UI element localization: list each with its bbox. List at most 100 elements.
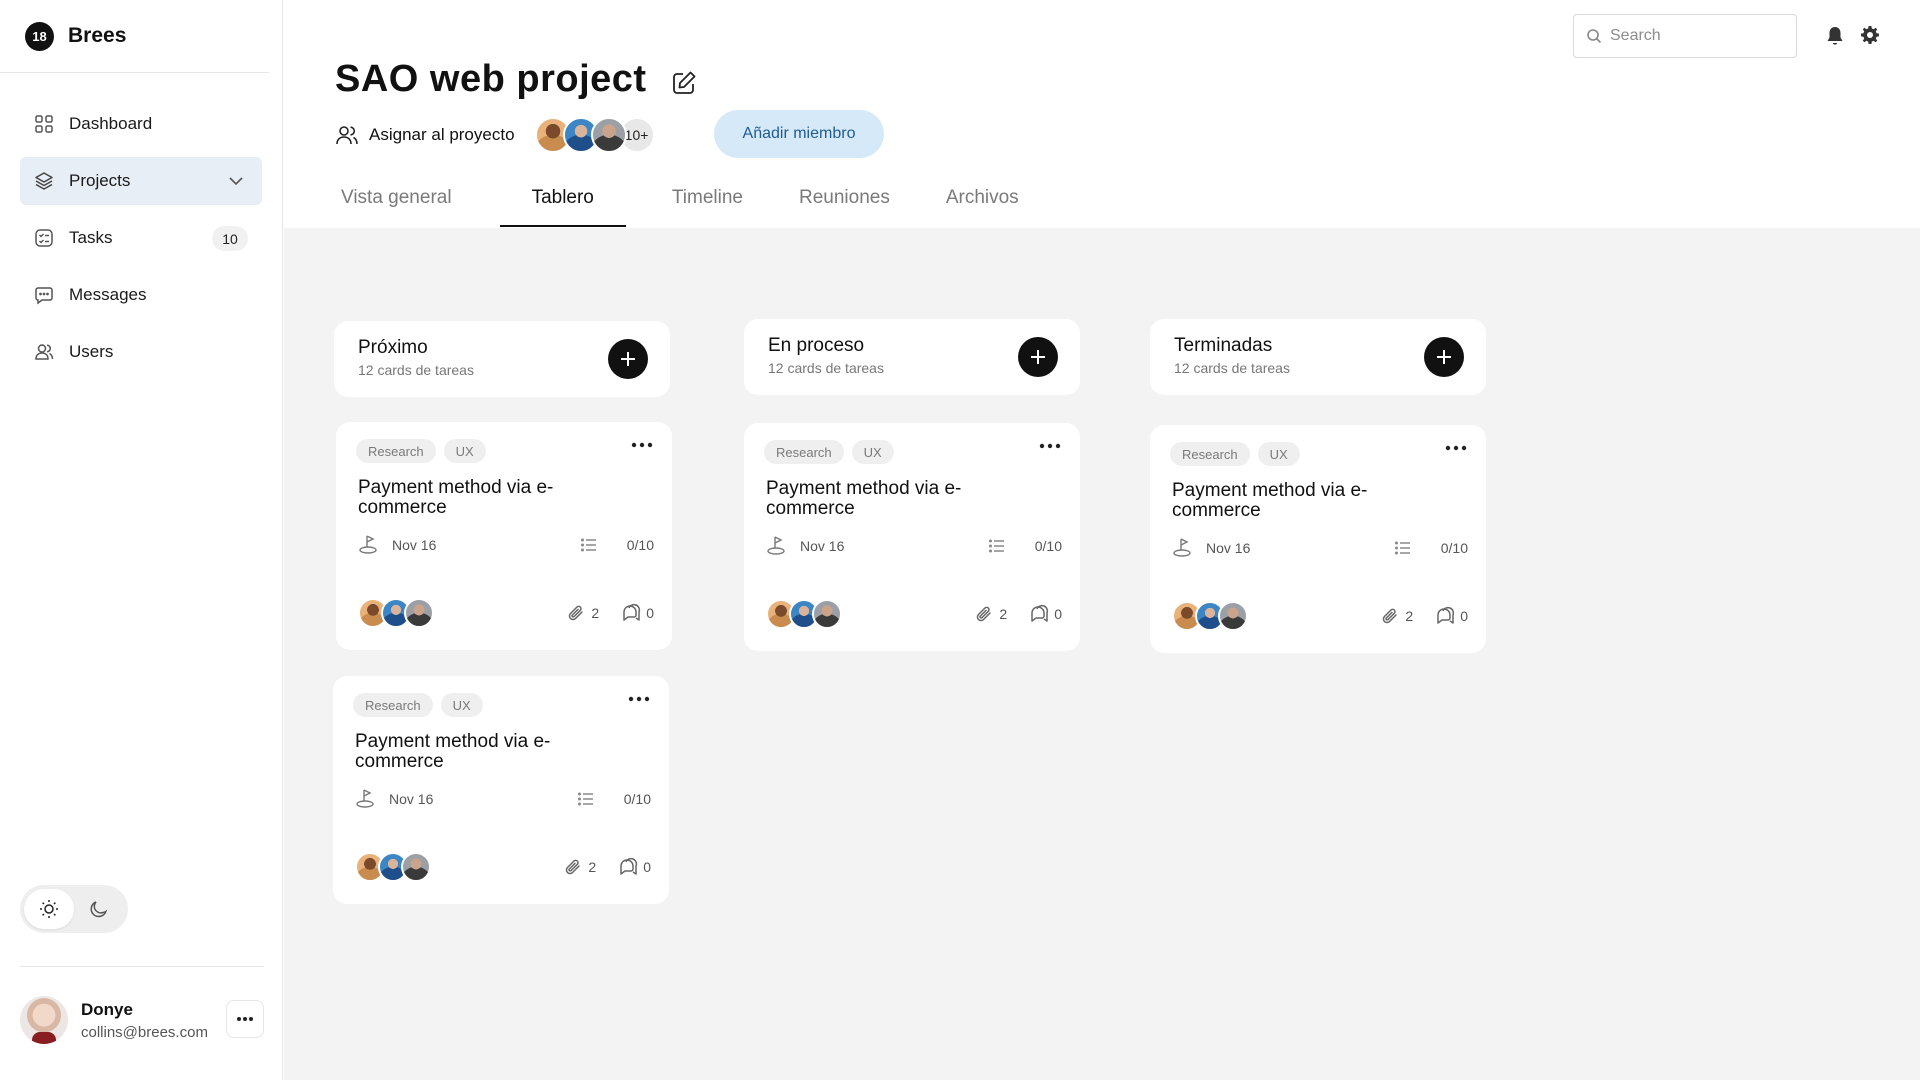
gear-icon[interactable] (1860, 25, 1880, 45)
profile-email: collins@brees.com (81, 1023, 208, 1041)
card-tags: Research UX (764, 440, 902, 464)
card-footer: 2 0 (355, 850, 651, 884)
comments-count: 0 (1054, 606, 1062, 622)
attachments-count: 2 (1405, 608, 1414, 624)
attachments-count: 2 (588, 859, 597, 875)
profile-more-button[interactable] (226, 1000, 264, 1038)
avatar[interactable] (20, 996, 68, 1044)
card-tags: Research UX (1170, 442, 1308, 466)
paperclip-icon[interactable] (563, 857, 583, 877)
list-icon (578, 792, 593, 806)
users-icon (336, 126, 358, 145)
edit-icon[interactable] (671, 70, 697, 96)
card-avatars[interactable] (1172, 601, 1248, 631)
column-header-terminadas: Terminadas 12 cards de tareas (1150, 319, 1486, 395)
tab-vista-general[interactable]: Vista general (335, 187, 458, 227)
task-card[interactable]: Research UX Payment method via e-commerc… (333, 676, 669, 904)
sidebar-item-projects[interactable]: Projects (20, 157, 262, 205)
comment-icon[interactable] (1029, 604, 1049, 624)
card-meta: Nov 16 0/10 (766, 534, 1062, 558)
card-tags: Research UX (353, 693, 491, 717)
more-horizontal-icon[interactable] (630, 440, 654, 450)
search-input[interactable] (1610, 27, 1780, 45)
card-title: Payment method via e-commerce (766, 478, 962, 519)
sidebar-item-users[interactable]: Users (20, 328, 262, 376)
brand-name: Brees (68, 24, 127, 47)
tag-research[interactable]: Research (356, 439, 436, 463)
more-horizontal-icon[interactable] (627, 694, 651, 704)
more-horizontal-icon[interactable] (1444, 443, 1468, 453)
moon-icon (90, 901, 108, 918)
list-icon (989, 539, 1004, 553)
tag-research[interactable]: Research (353, 693, 433, 717)
project-tabs: Vista general Tablero Timeline Reuniones… (335, 187, 1069, 227)
pin-icon (767, 536, 785, 555)
theme-toggle[interactable] (20, 885, 128, 933)
sidebar-item-tasks[interactable]: Tasks 10 (20, 214, 262, 262)
pin-icon (356, 789, 374, 808)
bell-icon[interactable] (1825, 25, 1845, 47)
more-horizontal-icon[interactable] (1038, 441, 1062, 451)
card-stats: 2 0 (563, 857, 651, 877)
card-stats: 2 0 (566, 603, 654, 623)
column-title: En proceso (768, 335, 865, 356)
paperclip-icon[interactable] (566, 603, 586, 623)
add-card-button[interactable] (608, 339, 648, 379)
comment-icon[interactable] (621, 603, 641, 623)
comment-icon[interactable] (1435, 606, 1455, 626)
sidebar-item-messages[interactable]: Messages (20, 271, 262, 319)
project-header: SAO web project (335, 58, 697, 101)
paperclip-icon[interactable] (974, 604, 994, 624)
tab-archivos[interactable]: Archivos (940, 187, 1025, 227)
assign-label[interactable]: Asignar al proyecto (369, 125, 515, 145)
comment-icon[interactable] (618, 857, 638, 877)
light-mode-button[interactable] (24, 889, 74, 929)
sidebar-item-label: Users (69, 342, 114, 361)
tag-research[interactable]: Research (764, 440, 844, 464)
add-card-button[interactable] (1018, 337, 1058, 377)
tag-ux[interactable]: UX (440, 693, 483, 717)
tag-ux[interactable]: UX (851, 440, 894, 464)
card-meta: Nov 16 0/10 (1172, 536, 1468, 560)
task-card[interactable]: Research UX Payment method via e-commerc… (1150, 425, 1486, 653)
task-card[interactable]: Research UX Payment method via e-commerc… (744, 423, 1080, 651)
tab-timeline[interactable]: Timeline (666, 187, 749, 227)
attachments-count: 2 (999, 606, 1008, 622)
list-icon (581, 538, 596, 552)
pin-icon (359, 535, 377, 554)
card-date: Nov 16 (389, 791, 434, 807)
task-card[interactable]: Research UX Payment method via e-commerc… (336, 422, 672, 650)
divider (20, 966, 264, 967)
card-title: Payment method via e-commerce (1172, 480, 1368, 521)
tag-ux[interactable]: UX (1257, 442, 1300, 466)
member-avatars[interactable]: 10+ (534, 117, 655, 153)
brand[interactable]: 18 Brees (0, 0, 269, 73)
tab-tablero[interactable]: Tablero (499, 187, 627, 227)
card-avatars[interactable] (766, 599, 842, 629)
comments-count: 0 (646, 605, 654, 621)
dark-mode-button[interactable] (74, 889, 124, 929)
paperclip-icon[interactable] (1380, 606, 1400, 626)
card-footer: 2 0 (766, 597, 1062, 631)
tab-reuniones[interactable]: Reuniones (793, 187, 896, 227)
chevron-down-icon[interactable] (226, 171, 246, 191)
card-avatars[interactable] (358, 598, 434, 628)
search-box[interactable] (1573, 14, 1797, 58)
card-avatars[interactable] (355, 852, 431, 882)
plus-icon (621, 352, 635, 366)
sun-icon (40, 900, 58, 918)
column-header-proximo: Próximo 12 cards de tareas (334, 321, 670, 397)
plus-icon (1031, 350, 1045, 364)
card-progress: 0/10 (626, 537, 654, 553)
sidebar: 18 Brees Dashboard Projects Tasks 10 Mes… (0, 0, 283, 1080)
page-title: SAO web project (335, 58, 647, 100)
add-card-button[interactable] (1424, 337, 1464, 377)
column-title: Terminadas (1174, 335, 1273, 356)
tag-research[interactable]: Research (1170, 442, 1250, 466)
column-subtitle: 12 cards de tareas (358, 362, 474, 378)
sidebar-item-dashboard[interactable]: Dashboard (20, 100, 262, 148)
add-member-button[interactable]: Añadir miembro (714, 110, 884, 158)
card-footer: 2 0 (1172, 599, 1468, 633)
tag-ux[interactable]: UX (443, 439, 486, 463)
checklist-icon (33, 227, 55, 249)
